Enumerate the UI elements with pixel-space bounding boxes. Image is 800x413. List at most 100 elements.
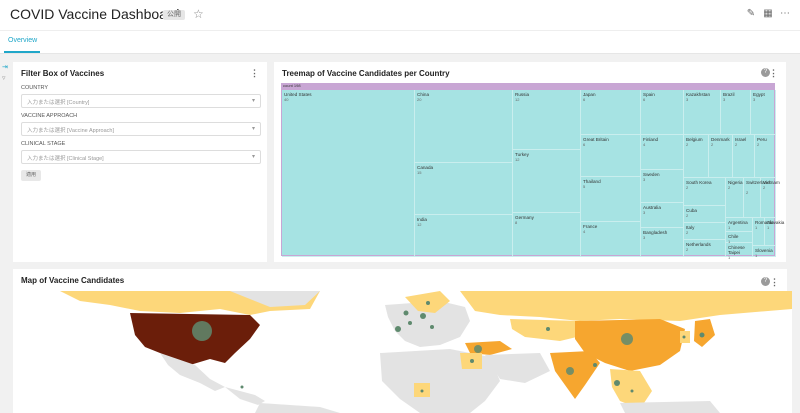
- treemap-cell[interactable]: Brazil 3: [721, 90, 751, 135]
- stage-select[interactable]: 入力または選択 [Clinical Stage] ▾: [21, 150, 261, 164]
- treemap-cell[interactable]: Slovenia 1: [753, 246, 776, 258]
- map-bubble-china: [621, 333, 633, 345]
- treemap-cell-count: 3: [643, 210, 646, 215]
- filter-label-stage: CLINICAL STAGE: [21, 141, 66, 147]
- treemap-cell[interactable]: Chile 1: [726, 232, 753, 244]
- dashboard-header: COVID Vaccine Dashboard 公開 ☆ ✎ ▦ ⋯: [0, 0, 800, 30]
- treemap-chart: count 198 United States 40 China 20 Canada 15…: [281, 83, 784, 260]
- map-svg: [60, 291, 792, 413]
- treemap-cell-count: 6: [643, 97, 646, 102]
- treemap-cell[interactable]: Slovakia 1: [765, 218, 784, 246]
- treemap-cell-name: Australia: [643, 205, 661, 210]
- treemap-cell-count: 2: [757, 142, 760, 147]
- treemap-cell-name: South Korea: [686, 180, 712, 185]
- treemap-cell-name: Sweden: [643, 172, 660, 177]
- treemap-cell[interactable]: United States 40: [282, 90, 415, 257]
- treemap-cell[interactable]: Japan 6: [581, 90, 641, 135]
- map-bubble-cuba: [240, 385, 244, 389]
- treemap-cell[interactable]: Belgium 2: [684, 135, 709, 178]
- treemap-cell[interactable]: Kazakhstan 3: [684, 90, 721, 135]
- treemap-cell-count: 2: [686, 185, 689, 190]
- treemap-cell-count: 3: [753, 97, 756, 102]
- treemap-cell[interactable]: Canada 15: [415, 163, 513, 215]
- treemap-cell[interactable]: Chinese Taipei 1: [726, 243, 753, 260]
- treemap-cell[interactable]: Peru 2: [755, 135, 776, 178]
- star-icon[interactable]: ☆: [193, 7, 204, 21]
- help-icon[interactable]: ?: [761, 277, 770, 286]
- treemap-cell[interactable]: China 20: [415, 90, 513, 163]
- treemap-cell[interactable]: Denmark 2: [709, 135, 733, 178]
- caret-icon: ▾: [251, 154, 255, 160]
- treemap-cell[interactable]: Switzerland 2: [744, 178, 770, 218]
- treemap-cell-count: 12: [417, 222, 422, 227]
- treemap-cell-name: Great Britain: [583, 137, 609, 142]
- treemap-cell[interactable]: Cuba 2: [684, 206, 726, 223]
- treemap-cell-count: 4: [583, 229, 586, 234]
- treemap-cell-name: Belgium: [686, 137, 703, 142]
- filter-panel-title: Filter Box of Vaccines: [21, 69, 105, 78]
- treemap-cell-name: Germany: [515, 215, 534, 220]
- filter-icon[interactable]: ▿: [2, 73, 8, 84]
- map-bubble-korea: [682, 335, 686, 339]
- treemap-cell[interactable]: Russia 12: [513, 90, 581, 150]
- treemap-cell-name: Kazakhstan: [686, 92, 711, 97]
- calendar-icon[interactable]: ▦: [763, 8, 773, 19]
- treemap-cell[interactable]: Bangladesh 3: [641, 228, 684, 257]
- treemap-cell-count: 1: [755, 253, 758, 258]
- country-select[interactable]: 入力または選択 [Country] ▾: [21, 94, 261, 108]
- kebab-icon[interactable]: ⋮: [769, 68, 778, 79]
- treemap-cell[interactable]: France 4: [581, 222, 641, 257]
- treemap-cell[interactable]: Israel 2: [733, 135, 755, 178]
- tab-overview[interactable]: Overview: [8, 37, 37, 44]
- treemap-cell[interactable]: Spain 6: [641, 90, 684, 135]
- edit-icon[interactable]: ✎: [746, 8, 756, 19]
- header-actions: ✎ ▦ ⋯: [746, 8, 790, 19]
- treemap-cell-count: 2: [686, 247, 689, 252]
- treemap-cell-name: Slovenia: [755, 248, 773, 253]
- treemap-cell-count: 6: [583, 142, 586, 147]
- treemap-cell-count: 2: [763, 185, 766, 190]
- map-region-turkey: [465, 341, 512, 355]
- treemap-cell[interactable]: Australia 3: [641, 203, 684, 228]
- treemap-cell-count: 8: [515, 220, 518, 225]
- treemap-cell-count: 2: [735, 142, 738, 147]
- treemap-cell[interactable]: Romania 1: [753, 218, 773, 246]
- treemap-cell[interactable]: Sweden 3: [641, 170, 684, 203]
- treemap-cell[interactable]: Nigeria 2: [726, 178, 744, 218]
- treemap-cell-count: 2: [746, 190, 749, 195]
- treemap-cell[interactable]: Turkey 12: [513, 150, 581, 213]
- treemap-cell[interactable]: Great Britain 6: [581, 135, 641, 177]
- treemap-cell[interactable]: Argentina 1: [726, 218, 753, 232]
- treemap-cell[interactable]: Netherlands 2: [684, 240, 726, 257]
- treemap-cell-count: 12: [515, 97, 520, 102]
- filter-label-country: COUNTRY: [21, 85, 49, 91]
- collapse-icon[interactable]: ⇥: [2, 62, 8, 73]
- map-panel: Map of Vaccine Candidates ? ⋮: [13, 269, 792, 413]
- map-bubble-italy: [430, 325, 434, 329]
- map-bubble-gb: [403, 310, 409, 316]
- more-icon[interactable]: ⋯: [780, 8, 790, 19]
- treemap-cell[interactable]: Vietnam 2: [761, 178, 780, 218]
- treemap-cell-count: 6: [583, 97, 586, 102]
- status-badge[interactable]: 公開: [163, 10, 185, 20]
- map-bubble-bangladesh: [593, 363, 597, 367]
- treemap-cell[interactable]: Germany 8: [513, 213, 581, 257]
- treemap-cell-count: 1: [755, 225, 758, 230]
- world-map[interactable]: [20, 291, 792, 413]
- approach-select[interactable]: 入力または選択 [Vaccine Approach] ▾: [21, 122, 261, 136]
- treemap-cell-count: 2: [711, 142, 714, 147]
- treemap-cell[interactable]: Egypt 3: [751, 90, 776, 135]
- kebab-icon[interactable]: ⋮: [250, 68, 259, 79]
- treemap-cell[interactable]: India 12: [415, 215, 513, 257]
- apply-button[interactable]: 適用: [21, 170, 41, 181]
- treemap-cell[interactable]: South Korea 2: [684, 178, 726, 206]
- kebab-icon[interactable]: ⋮: [770, 277, 779, 288]
- filter-panel: Filter Box of Vaccines ⋮ COUNTRY 入力または選択…: [13, 62, 267, 262]
- treemap-cell-name: Switzerland: [746, 180, 770, 185]
- treemap-cell-count: 2: [686, 142, 689, 147]
- treemap-cell[interactable]: Thailand 5: [581, 177, 641, 222]
- map-bubble-germany: [420, 313, 426, 319]
- treemap-cell[interactable]: Italy 2: [684, 223, 726, 240]
- treemap-cell[interactable]: Finland 4: [641, 135, 684, 170]
- map-bubble-japan: [699, 332, 705, 338]
